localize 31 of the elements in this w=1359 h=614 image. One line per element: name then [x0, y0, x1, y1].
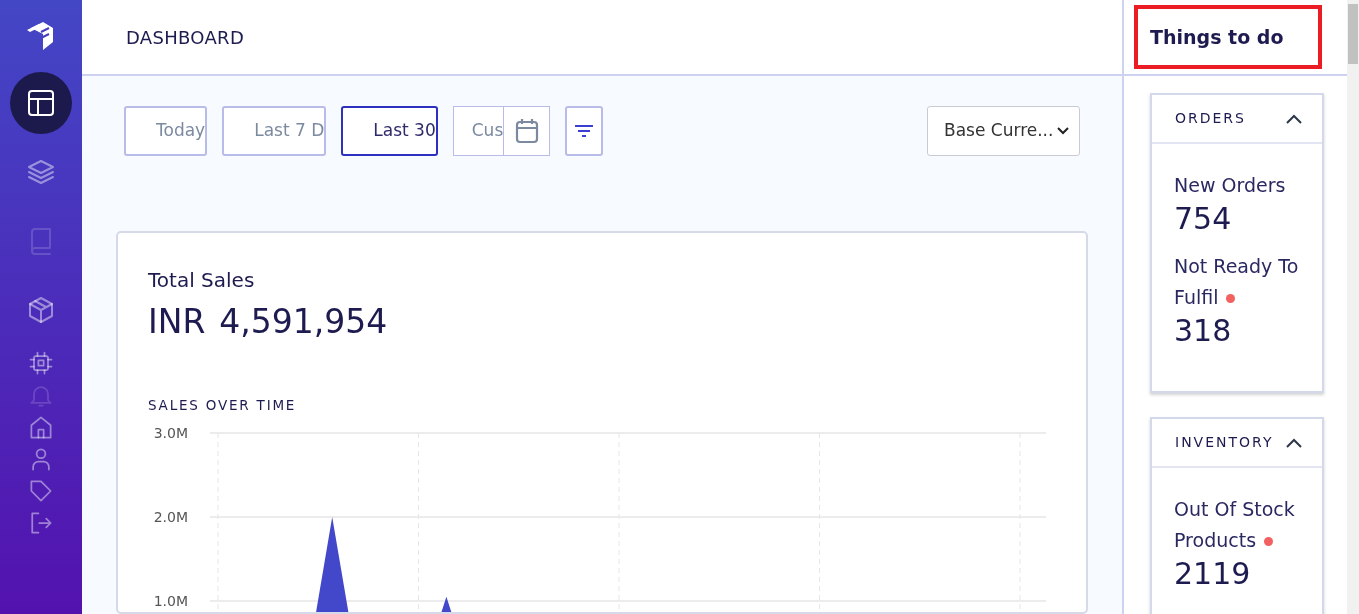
y-axis-label: 2.0M: [153, 508, 188, 525]
date-range-button[interactable]: Last 7 D: [222, 106, 327, 156]
y-axis-label: 3.0M: [153, 424, 188, 441]
section-title: INVENTORY: [1175, 433, 1274, 452]
scrollbar[interactable]: [1347, 0, 1359, 614]
currency-select[interactable]: Base Curre...: [927, 106, 1080, 156]
section-title: ORDERS: [1175, 109, 1246, 128]
calendar-icon: [514, 118, 539, 144]
metric-value: 318: [1174, 313, 1233, 349]
chevron-down-icon: [1057, 127, 1070, 135]
chip-icon: [27, 349, 55, 377]
chart-title: SALES OVER TIME: [148, 395, 298, 415]
page-title: DASHBOARD: [126, 25, 245, 50]
card-title: Total Sales: [148, 267, 256, 294]
metric-label: Not Ready To Fulfil: [1174, 255, 1299, 308]
metric-value: 754: [1174, 201, 1233, 237]
currency-code: INR: [148, 302, 206, 341]
sales-amount: 4,591,954: [219, 302, 388, 341]
layout-icon: [25, 87, 57, 119]
y-axis-label: 1.0M: [153, 592, 188, 609]
metric-label: New Orders: [1174, 174, 1286, 196]
filter-button[interactable]: [565, 106, 604, 156]
custom-range-control[interactable]: Cus: [452, 106, 551, 156]
metric-label: Out Of Stock Products: [1174, 498, 1295, 551]
collapse-toggle[interactable]: [1286, 437, 1302, 448]
panel-title: Things to do: [1134, 4, 1322, 70]
collapse-toggle[interactable]: [1286, 113, 1302, 124]
filter-icon: [574, 124, 595, 138]
date-range-button[interactable]: Today: [124, 106, 208, 156]
metric-value: 2119: [1174, 556, 1252, 592]
date-range-button[interactable]: Last 30: [341, 106, 438, 156]
